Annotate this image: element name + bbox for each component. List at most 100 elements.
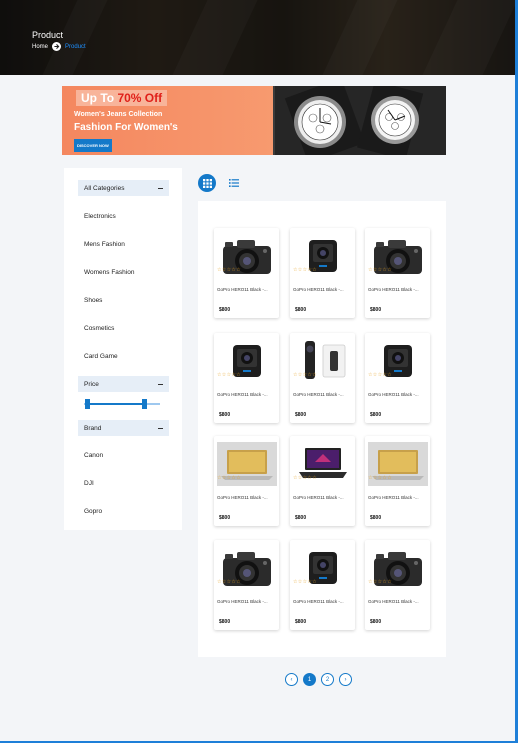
grid-view-button[interactable] [198,174,216,192]
promo-subtitle: Women's Jeans Collection [74,111,163,118]
all-categories-label: All Categories [84,184,125,192]
category-cosmetics[interactable]: Cosmetics [84,325,114,332]
product-name[interactable]: GoPro HERO11 Black -... [368,287,428,292]
price-range-slider[interactable] [84,399,160,409]
category-card-game[interactable]: Card Game [84,353,118,360]
promo-headline: Fashion For Women's [74,122,178,133]
price-header[interactable]: Price [78,376,169,392]
product-card[interactable]: ☆☆☆☆☆ GoPro HERO11 Black -... $800 [214,228,279,318]
rating-stars-icon: ☆☆☆☆☆ [217,579,241,585]
pagination-page-1[interactable]: 1 [303,673,316,686]
product-card[interactable]: ☆☆☆☆☆ GoPro HERO11 Black -... $800 [214,333,279,423]
product-name[interactable]: GoPro HERO11 Black -... [293,599,353,604]
category-shoes[interactable]: Shoes [84,297,102,304]
page-title: Product [32,30,64,40]
product-price: $800 [219,307,231,313]
promo-banner[interactable]: Up To 70% Off Women's Jeans Collection F… [62,86,446,155]
pagination-prev-button[interactable]: ‹ [285,673,298,686]
promo-upto-text: Up To [81,91,115,105]
rating-stars-icon: ☆☆☆☆☆ [293,579,317,585]
grid-icon [202,178,212,188]
rating-stars-icon: ☆☆☆☆☆ [217,475,241,481]
product-name[interactable]: GoPro HERO11 Black -... [217,495,277,500]
product-name[interactable]: GoPro HERO11 Black -... [293,287,353,292]
product-price: $800 [219,515,231,521]
product-name[interactable]: GoPro HERO11 Black -... [293,495,353,500]
rating-stars-icon: ☆☆☆☆☆ [217,267,241,273]
product-card[interactable]: ☆☆☆☆☆ GoPro HERO11 Black -... $800 [290,540,355,630]
gaming-laptop-icon [292,438,353,490]
pagination-next-button[interactable]: › [339,673,352,686]
page-hero: Product Home Product [0,0,515,75]
product-price: $800 [370,515,382,521]
category-electronics[interactable]: Electronics [84,213,116,220]
product-card[interactable]: ☆☆☆☆☆ GoPro HERO11 Black -... $800 [290,228,355,318]
breadcrumb-home[interactable]: Home [32,44,48,50]
product-price: $800 [295,412,307,418]
laptop-icon [216,438,277,490]
rating-stars-icon: ☆☆☆☆☆ [368,579,392,585]
product-card[interactable]: ☆☆☆☆☆ GoPro HERO11 Black -... $800 [365,333,430,423]
product-price: $800 [370,307,382,313]
product-card[interactable]: ☆☆☆☆☆ GoPro HERO11 Black -... $800 [214,540,279,630]
product-price: $800 [295,307,307,313]
brand-header[interactable]: Brand [78,420,169,436]
rating-stars-icon: ☆☆☆☆☆ [368,267,392,273]
action-camera-icon [292,542,353,594]
product-price: $800 [219,412,231,418]
product-name[interactable]: GoPro HERO11 Black -... [217,599,277,604]
product-grid-panel: ☆☆☆☆☆ GoPro HERO11 Black -... $800 ☆☆☆☆☆ GoP… [198,201,446,657]
dslr-camera-icon [216,542,277,594]
price-max-handle[interactable] [142,399,147,409]
collapse-icon[interactable] [158,383,163,385]
promo-percent-text: 70% Off [117,91,163,105]
breadcrumb: Home Product [32,42,86,51]
product-card[interactable]: ☆☆☆☆☆ GoPro HERO11 Black -... $800 [365,540,430,630]
product-name[interactable]: GoPro HERO11 Black -... [293,392,353,397]
price-range-fill [87,403,143,405]
category-womens-fashion[interactable]: Womens Fashion [84,269,134,276]
discover-now-button[interactable]: DISCOVER NOW [74,139,112,152]
product-price: $800 [370,619,382,625]
price-min-handle[interactable] [85,399,90,409]
product-card[interactable]: ☆☆☆☆☆ GoPro HERO11 Black -... $800 [365,436,430,526]
product-card[interactable]: ☆☆☆☆☆ GoPro HERO11 Black -... $800 [290,333,355,423]
breadcrumb-separator-icon [52,42,62,51]
product-price: $800 [370,412,382,418]
promo-discount-label: Up To 70% Off [76,90,168,106]
product-card[interactable]: ☆☆☆☆☆ GoPro HERO11 Black -... $800 [214,436,279,526]
category-mens-fashion[interactable]: Mens Fashion [84,241,125,248]
list-view-button[interactable] [227,176,241,190]
product-name[interactable]: GoPro HERO11 Black -... [217,392,277,397]
rating-stars-icon: ☆☆☆☆☆ [293,475,317,481]
product-name[interactable]: GoPro HERO11 Black -... [368,495,428,500]
filter-sidebar: All Categories Electronics Mens Fashion … [64,168,182,530]
all-categories-header[interactable]: All Categories [78,180,169,196]
product-name[interactable]: GoPro HERO11 Black -... [368,599,428,604]
list-icon [229,179,239,187]
product-price: $800 [219,619,231,625]
dslr-camera-icon [216,230,277,282]
product-name[interactable]: GoPro HERO11 Black -... [368,392,428,397]
wristwatch-icon [275,86,446,155]
brand-dji[interactable]: DJI [84,480,94,487]
rating-stars-icon: ☆☆☆☆☆ [293,372,317,378]
price-label: Price [84,380,99,388]
collapse-icon[interactable] [158,187,163,189]
rating-stars-icon: ☆☆☆☆☆ [368,475,392,481]
product-price: $800 [295,619,307,625]
brand-canon[interactable]: Canon [84,452,103,459]
action-camera-icon [367,335,428,387]
pagination-page-2[interactable]: 2 [321,673,334,686]
hero-overlay [0,0,515,75]
collapse-icon[interactable] [158,427,163,429]
brand-label: Brand [84,424,102,432]
brand-gopro[interactable]: Gopro [84,508,102,515]
rating-stars-icon: ☆☆☆☆☆ [368,372,392,378]
action-camera-icon [216,335,277,387]
product-card[interactable]: ☆☆☆☆☆ GoPro HERO11 Black -... $800 [365,228,430,318]
dslr-camera-icon [367,230,428,282]
360-camera-icon [292,335,353,387]
product-name[interactable]: GoPro HERO11 Black -... [217,287,277,292]
product-card[interactable]: ☆☆☆☆☆ GoPro HERO11 Black -... $800 [290,436,355,526]
